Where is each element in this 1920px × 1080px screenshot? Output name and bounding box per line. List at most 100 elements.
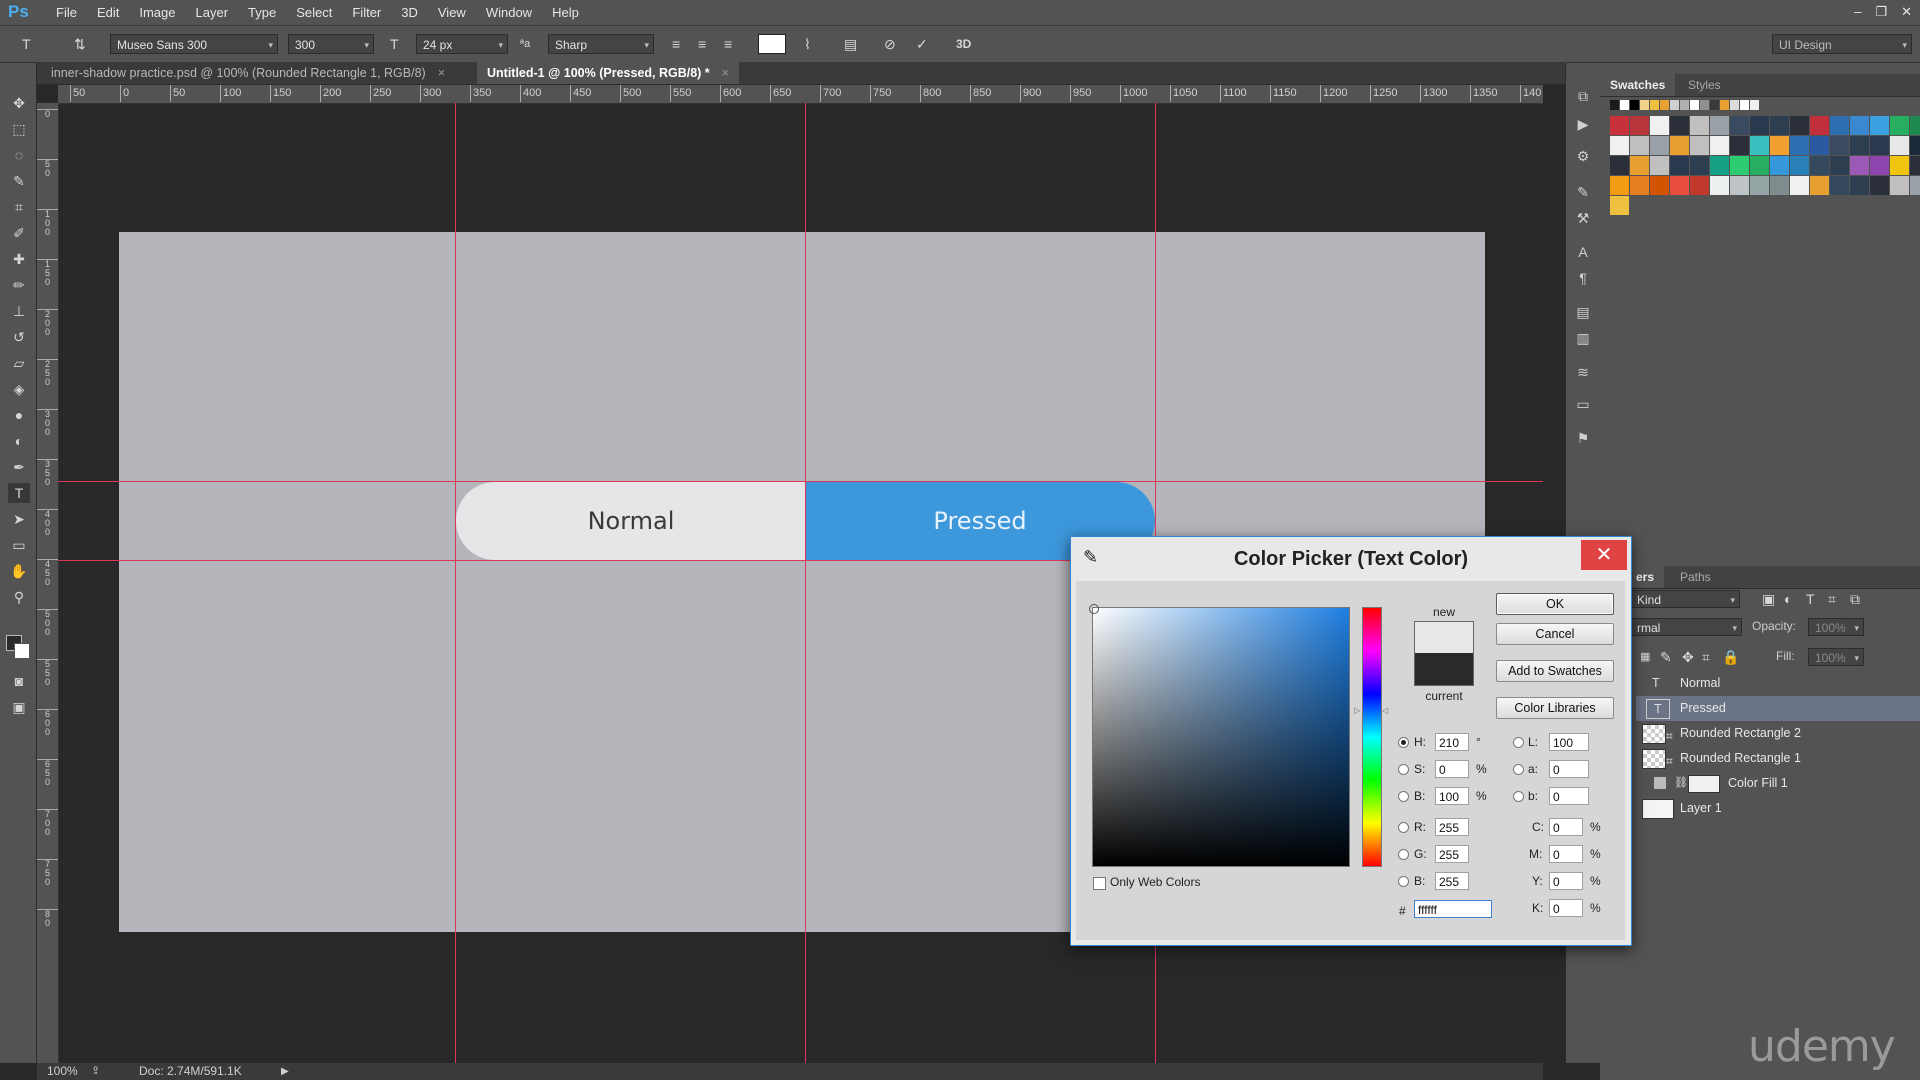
swatch[interactable] xyxy=(1670,100,1679,110)
swatch[interactable] xyxy=(1850,176,1869,195)
blur-tool-icon[interactable]: ● xyxy=(8,405,30,425)
swatch[interactable] xyxy=(1640,100,1649,110)
swatch[interactable] xyxy=(1710,176,1729,195)
hue-slider[interactable] xyxy=(1362,607,1382,867)
filter-adjustment-icon[interactable]: ◐ xyxy=(1784,589,1792,609)
dodge-tool-icon[interactable]: ◐ xyxy=(8,431,30,451)
anti-alias-select[interactable]: Sharp ▾ xyxy=(548,34,654,54)
cancel-button[interactable]: Cancel xyxy=(1496,623,1614,645)
swatch[interactable] xyxy=(1730,100,1739,110)
cyan-input[interactable]: 0 xyxy=(1549,818,1583,836)
lightness-input[interactable]: 100 xyxy=(1549,733,1589,751)
swatch[interactable] xyxy=(1650,116,1669,135)
swatch[interactable] xyxy=(1610,176,1629,195)
swatch[interactable] xyxy=(1810,156,1829,175)
tool-presets-icon[interactable]: ⚒ xyxy=(1574,209,1592,227)
swatch[interactable] xyxy=(1670,136,1689,155)
tab-untitled-1[interactable]: Untitled-1 @ 100% (Pressed, RGB/8) * × xyxy=(477,62,739,84)
current-color-swatch[interactable] xyxy=(1414,653,1474,686)
zoom-tool-icon[interactable]: ⚲ xyxy=(8,587,30,607)
adjustments-icon[interactable]: ⚙ xyxy=(1574,147,1592,165)
notes-icon[interactable]: ▥ xyxy=(1574,329,1592,347)
background-color-swatch[interactable] xyxy=(14,643,30,659)
lock-transparent-icon[interactable]: ▦ xyxy=(1640,647,1650,667)
quick-select-tool-icon[interactable]: ✎ xyxy=(8,171,30,191)
swatch[interactable] xyxy=(1690,116,1709,135)
path-select-icon[interactable]: ➤ xyxy=(8,509,30,529)
marquee-tool-icon[interactable]: ⬚ xyxy=(8,119,30,139)
swatch[interactable] xyxy=(1870,156,1889,175)
export-icon[interactable]: ⇪ xyxy=(91,1063,100,1080)
blend-mode-select[interactable]: rmal ▾ xyxy=(1630,618,1742,636)
swatch[interactable] xyxy=(1750,116,1769,135)
layer-row[interactable]: ⛓ Color Fill 1 xyxy=(1636,771,1920,796)
brightness-input[interactable]: 100 xyxy=(1435,787,1469,805)
tab-styles[interactable]: Styles xyxy=(1678,74,1731,96)
color-field-cursor[interactable] xyxy=(1089,604,1099,614)
filter-type-icon[interactable]: T xyxy=(1806,589,1815,609)
menu-image[interactable]: Image xyxy=(129,0,185,25)
b-channel-input[interactable]: 0 xyxy=(1549,787,1589,805)
flag-icon[interactable]: ⚑ xyxy=(1574,429,1592,447)
lasso-tool-icon[interactable]: ◌ xyxy=(8,145,30,165)
tab-swatches[interactable]: Swatches xyxy=(1600,74,1676,96)
eraser-tool-icon[interactable]: ▱ xyxy=(8,353,30,373)
swatch[interactable] xyxy=(1610,116,1629,135)
hex-input[interactable]: ffffff xyxy=(1414,900,1492,918)
b-channel-radio[interactable] xyxy=(1513,791,1524,802)
swatch[interactable] xyxy=(1660,100,1669,110)
layer-row[interactable]: ⌗ Rounded Rectangle 2 xyxy=(1636,721,1920,746)
layer-row[interactable]: T Pressed xyxy=(1636,696,1920,721)
pen-tool-icon[interactable]: ✒ xyxy=(8,457,30,477)
swatch[interactable] xyxy=(1690,100,1699,110)
font-style-select[interactable]: 300 ▾ xyxy=(288,34,374,54)
swatch[interactable] xyxy=(1830,176,1849,195)
swatch[interactable] xyxy=(1890,136,1909,155)
swatch[interactable] xyxy=(1670,156,1689,175)
layer-kind-filter[interactable]: Kind ▾ xyxy=(1630,590,1740,608)
healing-brush-icon[interactable]: ✚ xyxy=(8,249,30,269)
swatch[interactable] xyxy=(1850,156,1869,175)
swatch[interactable] xyxy=(1740,100,1749,110)
commit-edit-icon[interactable]: ✓ xyxy=(916,34,928,54)
menu-edit[interactable]: Edit xyxy=(87,0,129,25)
link-icon[interactable]: ⛓ xyxy=(1674,771,1688,796)
swatch[interactable] xyxy=(1680,100,1689,110)
warp-text-icon[interactable]: ⌇ xyxy=(804,34,811,54)
swatch[interactable] xyxy=(1810,116,1829,135)
swatch[interactable] xyxy=(1630,116,1649,135)
tab-paths[interactable]: Paths xyxy=(1670,566,1721,588)
lightness-radio[interactable] xyxy=(1513,737,1524,748)
swatch[interactable] xyxy=(1710,156,1729,175)
layer-row[interactable]: ⌗ Rounded Rectangle 1 xyxy=(1636,746,1920,771)
filter-pixel-icon[interactable]: ▣ xyxy=(1762,589,1775,609)
swatch[interactable] xyxy=(1690,176,1709,195)
tab-inner-shadow-practice[interactable]: inner-shadow practice.psd @ 100% (Rounde… xyxy=(41,62,455,84)
swatch[interactable] xyxy=(1770,116,1789,135)
menu-3d[interactable]: 3D xyxy=(391,0,428,25)
swatch[interactable] xyxy=(1830,136,1849,155)
brightness-radio[interactable] xyxy=(1398,791,1409,802)
swatch[interactable] xyxy=(1700,100,1709,110)
dialog-close-button[interactable]: ✕ xyxy=(1581,540,1627,570)
lock-position-icon[interactable]: ✥ xyxy=(1682,647,1694,667)
swatch[interactable] xyxy=(1630,136,1649,155)
swatch[interactable] xyxy=(1610,156,1629,175)
align-left-icon[interactable]: ≡ xyxy=(672,34,680,54)
play-icon[interactable]: ▶ xyxy=(281,1063,289,1080)
a-channel-input[interactable]: 0 xyxy=(1549,760,1589,778)
swatch[interactable] xyxy=(1650,136,1669,155)
swatch[interactable] xyxy=(1750,100,1759,110)
swatch[interactable] xyxy=(1630,176,1649,195)
swatch[interactable] xyxy=(1610,100,1619,110)
swatch[interactable] xyxy=(1790,116,1809,135)
a-channel-radio[interactable] xyxy=(1513,764,1524,775)
normal-button-artwork[interactable]: Normal xyxy=(456,482,806,560)
eyedropper-tool-icon[interactable]: ✐ xyxy=(8,223,30,243)
paragraph-icon[interactable]: ¶ xyxy=(1574,269,1592,287)
stamp-tool-icon[interactable]: ⊥ xyxy=(8,301,30,321)
close-icon[interactable]: × xyxy=(722,66,729,80)
swatch[interactable] xyxy=(1710,116,1729,135)
swatch[interactable] xyxy=(1730,156,1749,175)
move-tool-icon[interactable]: ✥ xyxy=(8,93,30,113)
